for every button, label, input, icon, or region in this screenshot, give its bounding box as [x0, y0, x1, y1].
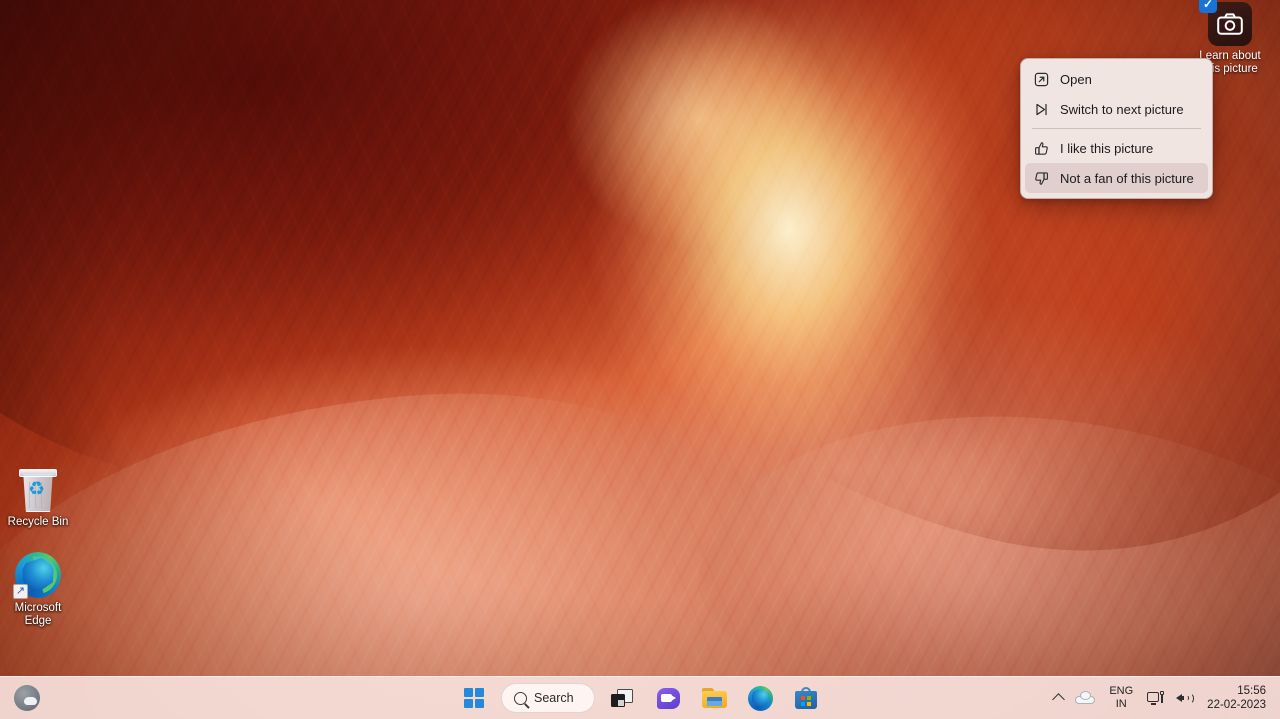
desktop-icon-recycle-bin[interactable]: ♻ Recycle Bin: [0, 462, 76, 529]
tray-network-button[interactable]: [1142, 681, 1169, 715]
context-menu-item-label: Open: [1060, 71, 1092, 87]
start-button[interactable]: [455, 681, 493, 715]
search-icon: [514, 691, 527, 705]
taskbar-item-microsoft-edge[interactable]: [741, 681, 779, 715]
taskbar-item-task-view[interactable]: [603, 681, 641, 715]
search-input[interactable]: Search: [501, 683, 595, 713]
checkmark-icon[interactable]: ✓: [1199, 0, 1217, 13]
taskbar[interactable]: Search ENG IN 15:56 22-02-2023: [0, 676, 1280, 719]
speaker-icon: [1176, 691, 1195, 705]
context-menu-item-i-like-this-picture[interactable]: I like this picture: [1025, 133, 1208, 163]
thumbs-down-icon: [1033, 170, 1050, 187]
clock-time: 15:56: [1237, 685, 1266, 697]
context-menu-item-not-a-fan-of-this-picture[interactable]: Not a fan of this picture: [1025, 163, 1208, 193]
chevron-up-icon: [1052, 693, 1066, 706]
taskbar-item-file-explorer[interactable]: [695, 681, 733, 715]
thumbs-up-icon: [1033, 140, 1050, 157]
taskbar-item-chat[interactable]: [649, 681, 687, 715]
desktop[interactable]: ♻ Recycle Bin ↗ Microsoft Edge ✓ Learn a…: [0, 0, 1280, 719]
tray-onedrive-button[interactable]: [1070, 681, 1100, 715]
camera-glyph: [1217, 13, 1243, 35]
clock-date: 22-02-2023: [1207, 699, 1266, 711]
folder-icon: [701, 688, 727, 708]
system-tray: ENG IN 15:56 22-02-2023: [1049, 681, 1274, 715]
recycle-bin-icon: ♻: [0, 462, 76, 512]
taskbar-item-microsoft-store[interactable]: [787, 681, 825, 715]
context-menu-item-label: Not a fan of this picture: [1060, 170, 1194, 186]
weather-widget-button[interactable]: [8, 681, 46, 715]
task-view-icon: [611, 689, 633, 707]
context-menu-item-label: I like this picture: [1060, 140, 1154, 156]
shortcut-arrow-icon: ↗: [13, 584, 28, 599]
cloud-icon: [1075, 691, 1096, 704]
edge-icon: ↗: [0, 548, 76, 601]
language-line2: IN: [1115, 698, 1127, 710]
picture-context-menu[interactable]: Open Switch to next picture I like this …: [1020, 58, 1213, 199]
language-line1: ENG: [1109, 685, 1134, 697]
edge-icon: [747, 685, 773, 711]
taskbar-left-section: [8, 681, 46, 715]
network-icon: [1147, 691, 1165, 705]
desktop-icon-microsoft-edge[interactable]: ↗ Microsoft Edge: [0, 548, 76, 628]
weather-cloud-icon: [14, 685, 40, 711]
windows-start-icon: [463, 687, 485, 709]
search-placeholder: Search: [534, 691, 574, 705]
context-menu-item-open[interactable]: Open: [1025, 64, 1208, 94]
desktop-icon-label: Microsoft Edge: [14, 602, 62, 627]
context-menu-separator: [1032, 128, 1201, 129]
taskbar-center-section: Search: [455, 681, 825, 715]
external-link-icon: [1033, 71, 1050, 88]
camera-icon[interactable]: ✓: [1199, 0, 1252, 46]
tray-volume-button[interactable]: [1171, 681, 1199, 715]
chat-bubble-icon: [656, 687, 680, 709]
context-menu-item-label: Switch to next picture: [1060, 101, 1184, 117]
desktop-icon-label: Recycle Bin: [7, 516, 69, 528]
tray-overflow-button[interactable]: [1049, 681, 1068, 715]
context-menu-item-switch-to-next-picture[interactable]: Switch to next picture: [1025, 94, 1208, 124]
store-bag-icon: [795, 687, 817, 709]
tray-clock[interactable]: 15:56 22-02-2023: [1201, 681, 1274, 715]
next-track-icon: [1033, 101, 1050, 118]
tray-language-indicator[interactable]: ENG IN: [1102, 681, 1140, 715]
